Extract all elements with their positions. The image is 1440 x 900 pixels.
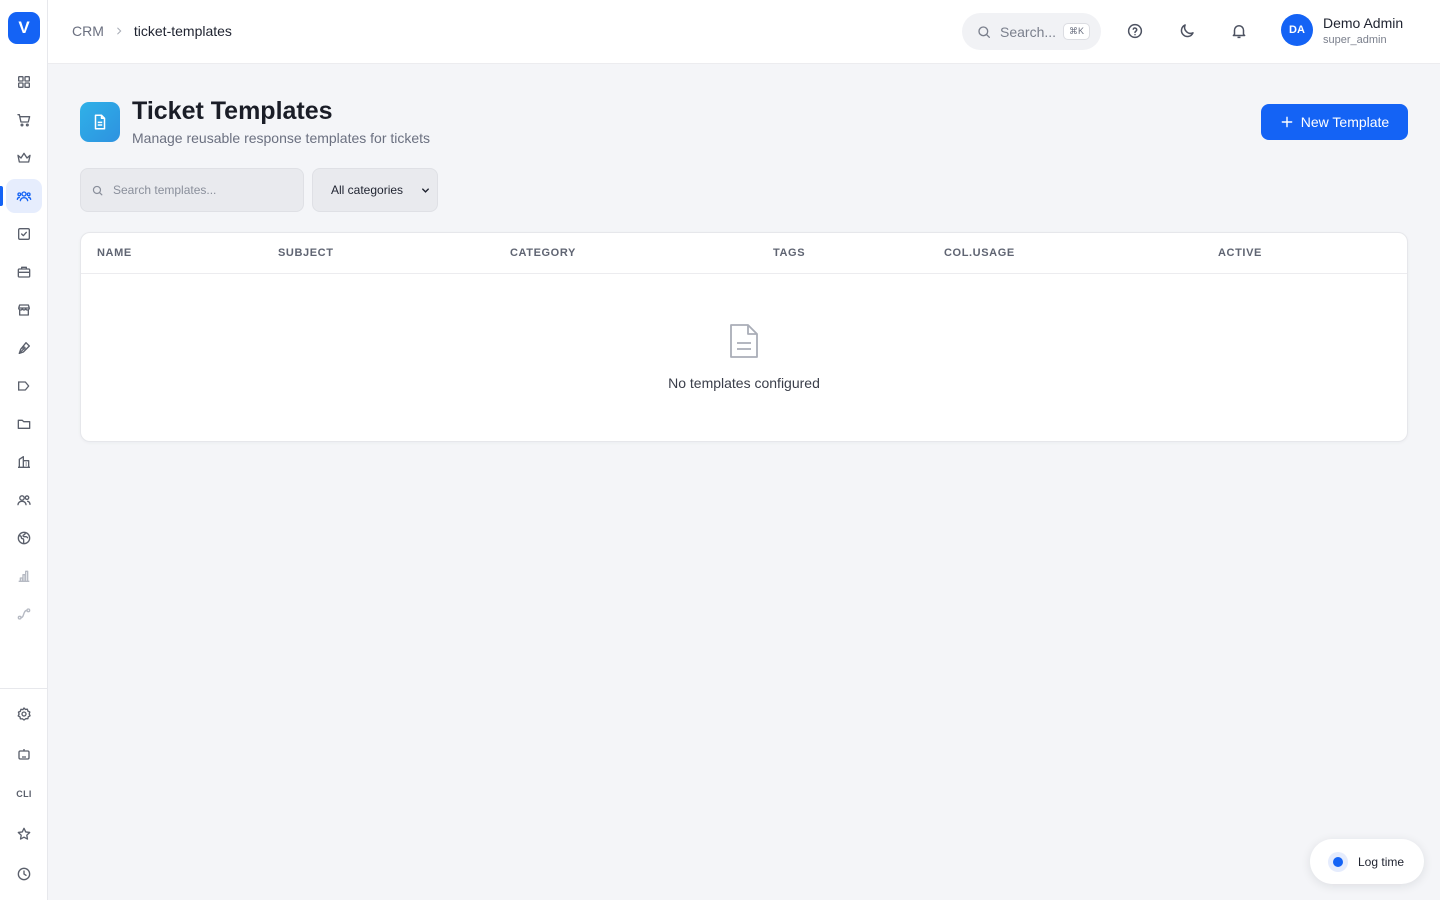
sidebar-divider (0, 688, 48, 689)
topbar: CRM ticket-templates Search... ⌘K DA Dem… (48, 0, 1440, 64)
global-search-label: Search... (1000, 23, 1057, 40)
breadcrumb-root[interactable]: CRM (72, 23, 104, 39)
document-icon (80, 102, 120, 142)
route-icon (17, 608, 31, 620)
users-icon (16, 191, 32, 202)
search-icon (92, 185, 103, 195)
chevron-down-icon (422, 188, 429, 193)
page-subtitle: Manage reusable response templates for t… (132, 130, 431, 146)
template-search (80, 168, 304, 212)
active-indicator (0, 186, 3, 206)
sidebar-item-history[interactable] (6, 857, 42, 891)
sidebar: V CLI (0, 0, 48, 900)
sidebar-item-design[interactable] (6, 331, 42, 365)
building-icon (18, 456, 30, 468)
column-header-name[interactable]: NAME (97, 247, 132, 259)
grid-icon (18, 76, 30, 88)
moon-icon (1180, 24, 1194, 38)
column-header-tags[interactable]: TAGS (773, 247, 805, 259)
sidebar-item-companies[interactable] (6, 445, 42, 479)
store-icon (18, 304, 30, 316)
breadcrumb: CRM ticket-templates (72, 23, 232, 39)
templates-table: NAME SUBJECT CATEGORY TAGS COL.USAGE ACT… (80, 232, 1408, 442)
help-icon (1127, 23, 1143, 39)
plus-icon (1281, 116, 1293, 128)
log-time-button[interactable]: Log time (1310, 839, 1424, 884)
log-time-label: Log time (1358, 854, 1405, 869)
app-logo[interactable]: V (8, 12, 40, 44)
sidebar-item-marketing[interactable] (6, 369, 42, 403)
sidebar-item-analytics[interactable] (6, 559, 42, 593)
table-header: NAME SUBJECT CATEGORY TAGS COL.USAGE ACT… (81, 233, 1407, 274)
user-menu[interactable]: DA Demo Admin super_admin (1281, 14, 1403, 46)
crown-icon (17, 152, 31, 163)
user-role: super_admin (1323, 33, 1387, 46)
sidebar-item-orders[interactable] (6, 103, 42, 137)
column-header-category[interactable]: CATEGORY (510, 247, 576, 259)
empty-state-message: No templates configured (668, 375, 820, 391)
bot-icon (18, 749, 30, 760)
column-header-active[interactable]: ACTIVE (1218, 247, 1262, 259)
new-template-button[interactable]: New Template (1261, 104, 1408, 140)
help-button[interactable] (1124, 20, 1146, 42)
settings-icon (17, 707, 31, 721)
star-icon (17, 827, 31, 840)
sidebar-item-files[interactable] (6, 407, 42, 441)
avatar: DA (1281, 14, 1313, 46)
sidebar-item-dashboard[interactable] (6, 65, 42, 99)
breadcrumb-current: ticket-templates (133, 23, 232, 39)
timer-icon (1328, 851, 1348, 872)
global-search-button[interactable]: Search... ⌘K (962, 13, 1101, 50)
sidebar-item-web[interactable] (6, 521, 42, 555)
shortcut-badge: ⌘K (1063, 23, 1091, 40)
sidebar-item-team[interactable] (6, 483, 42, 517)
cli-icon: CLI (16, 789, 32, 799)
notifications-button[interactable] (1228, 20, 1250, 42)
megaphone-icon (18, 381, 30, 391)
sidebar-item-flows[interactable] (6, 597, 42, 631)
folder-icon (17, 419, 31, 429)
team-icon (17, 495, 31, 506)
sidebar-item-settings[interactable] (6, 697, 42, 731)
cart-icon (17, 114, 31, 127)
user-name: Demo Admin (1323, 14, 1404, 31)
sidebar-item-store[interactable] (6, 293, 42, 327)
sidebar-item-tasks[interactable] (6, 217, 42, 251)
search-icon (978, 25, 990, 38)
sidebar-item-projects[interactable] (6, 255, 42, 289)
sidebar-item-bots[interactable] (6, 737, 42, 771)
empty-document-icon (730, 324, 758, 358)
sidebar-item-favorites[interactable] (6, 817, 42, 851)
template-search-input[interactable] (113, 183, 293, 197)
column-header-usage[interactable]: COL.USAGE (944, 247, 1015, 259)
clock-icon (17, 867, 31, 881)
sidebar-item-premium[interactable] (6, 141, 42, 175)
pen-tool-icon (18, 342, 30, 354)
category-select[interactable]: All categories (312, 168, 438, 212)
globe-icon (17, 531, 31, 545)
new-template-label: New Template (1300, 114, 1390, 130)
bell-icon (1232, 25, 1246, 39)
column-header-subject[interactable]: SUBJECT (278, 247, 334, 259)
checkbox-icon (18, 228, 30, 240)
briefcase-icon (17, 266, 31, 278)
chevron-right-icon (114, 26, 124, 36)
sidebar-item-crm[interactable] (6, 179, 42, 213)
sidebar-item-cli[interactable]: CLI (6, 777, 42, 811)
empty-state: No templates configured (81, 323, 1407, 391)
category-select-value: All categories (331, 183, 404, 197)
page-title: Ticket Templates (132, 97, 333, 125)
bar-chart-icon (18, 570, 30, 582)
theme-toggle-button[interactable] (1176, 20, 1198, 42)
